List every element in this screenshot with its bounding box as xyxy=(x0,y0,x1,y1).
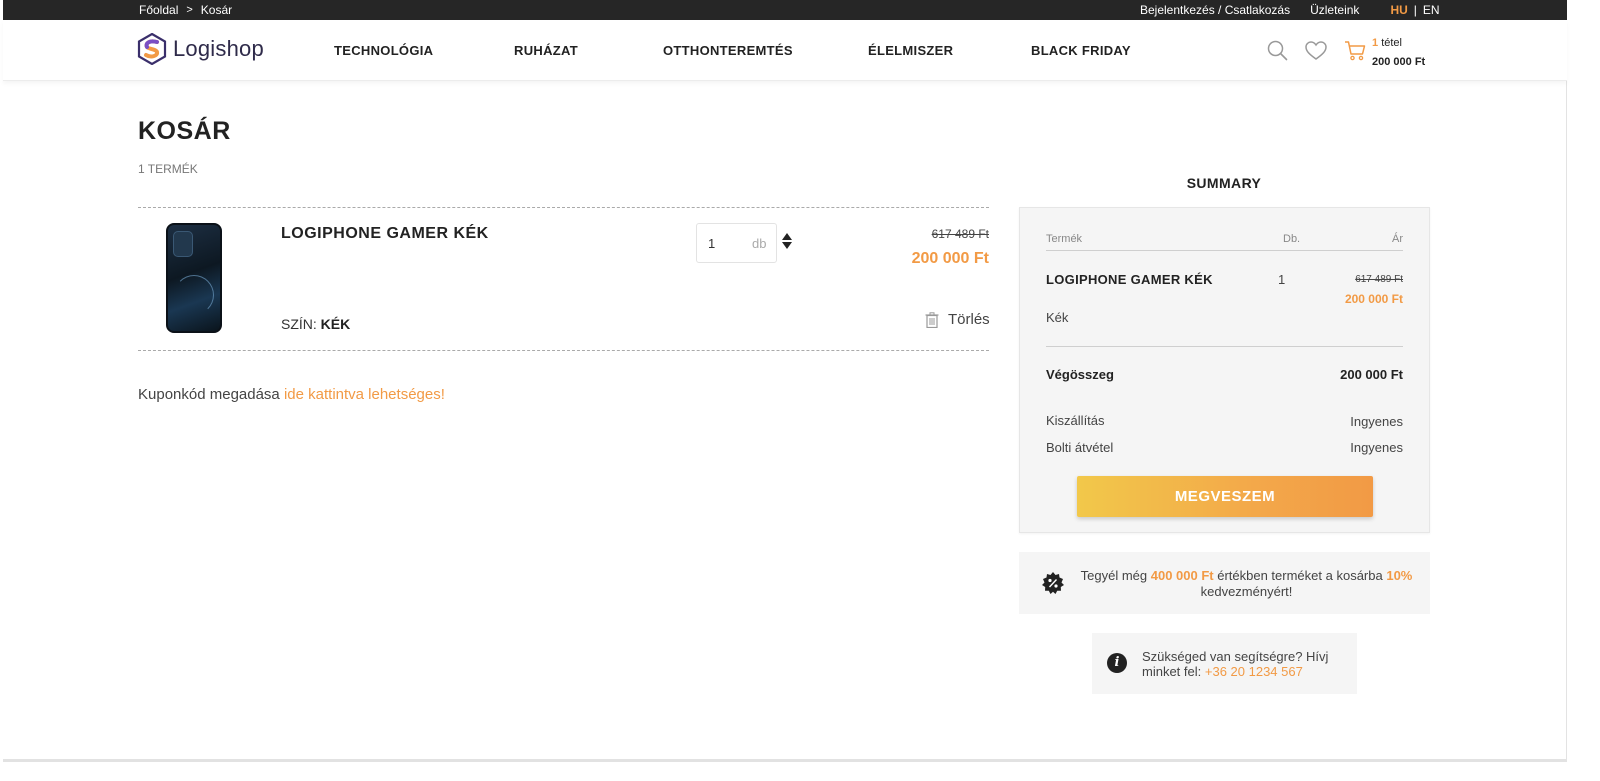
price: 200 000 Ft xyxy=(911,250,989,267)
shipping-value: Ingyenes xyxy=(1350,414,1403,429)
cart-total: 200 000 Ft xyxy=(1372,56,1426,68)
breadcrumb-current: Kosár xyxy=(200,3,233,17)
color-label: SZÍN: xyxy=(281,316,317,332)
promo-amount: 400 000 Ft xyxy=(1150,568,1214,583)
header-cart-summary[interactable]: 1 tétel 200 000 Ft xyxy=(1372,34,1425,72)
summary-title: SUMMARY xyxy=(1186,175,1262,191)
wallpaper-arc xyxy=(174,275,214,315)
logo-text: Logishop xyxy=(173,36,264,61)
old-price: 617 489 Ft xyxy=(931,227,989,241)
coupon-text: Kuponkód megadása xyxy=(138,386,280,403)
page-title: KOSÁR xyxy=(138,117,231,145)
cart-icon[interactable] xyxy=(1344,40,1366,61)
cart-count: 1 xyxy=(1372,37,1379,49)
login-link[interactable]: Bejelentkezés / Csatlakozás xyxy=(1140,3,1290,17)
promo-text: Tegyél még 400 000 Ft értékben terméket … xyxy=(1074,568,1419,600)
total-value: 200 000 Ft xyxy=(1340,367,1403,382)
divider xyxy=(138,350,989,351)
nav-black-friday[interactable]: BLACK FRIDAY xyxy=(1031,43,1131,58)
camera-module xyxy=(173,231,193,257)
search-icon[interactable] xyxy=(1267,40,1288,61)
help-box: i Szükséged van segítségre? Hívj minket … xyxy=(1092,633,1357,694)
quantity-value: 1 xyxy=(708,236,716,251)
cart-count-unit: tétel xyxy=(1381,37,1402,49)
summary-item-name: LOGIPHONE GAMER KÉK xyxy=(1046,272,1213,287)
trash-icon xyxy=(925,311,939,328)
promo-banner: Tegyél még 400 000 Ft értékben terméket … xyxy=(1019,552,1430,614)
coupon-row: Kuponkód megadása ide kattintva lehetség… xyxy=(138,386,445,403)
header-icons xyxy=(1267,40,1366,61)
heart-icon[interactable] xyxy=(1305,40,1327,61)
breadcrumb-separator: > xyxy=(186,4,193,16)
pickup-label: Bolti átvétel xyxy=(1046,440,1114,455)
buy-button[interactable]: MEGVESZEM xyxy=(1077,476,1373,517)
summary-col-qty: Db. xyxy=(1283,233,1301,245)
nav-ruhazat[interactable]: RUHÁZAT xyxy=(514,43,578,58)
summary-col-price: Ár xyxy=(1392,233,1403,245)
total-label: Végösszeg xyxy=(1046,367,1114,382)
product-color: SZÍN: KÉK xyxy=(281,316,350,332)
product-name[interactable]: LOGIPHONE GAMER KÉK xyxy=(281,225,489,243)
divider xyxy=(138,207,989,208)
promo-text-after: kedvezményért! xyxy=(1200,584,1293,599)
product-image[interactable] xyxy=(166,223,222,333)
summary-item-old-price: 617 489 Ft xyxy=(1355,274,1403,285)
breadcrumb-home[interactable]: Főoldal xyxy=(139,3,178,17)
summary-panel: Termék Db. Ár LOGIPHONE GAMER KÉK 1 617 … xyxy=(1019,207,1430,533)
discount-badge-icon xyxy=(1042,572,1064,594)
shipping-label: Kiszállítás xyxy=(1046,413,1105,428)
nav-otthonteremtes[interactable]: OTTHONTEREMTÉS xyxy=(663,43,793,58)
coupon-link[interactable]: ide kattintva lehetséges! xyxy=(284,386,445,403)
main-header: Logishop TECHNOLÓGIA RUHÁZAT OTTHONTEREM… xyxy=(3,20,1567,81)
delete-label: Törlés xyxy=(948,311,990,328)
promo-percent: 10% xyxy=(1386,568,1413,583)
stores-link[interactable]: Üzleteink xyxy=(1310,3,1359,17)
decrease-arrow-icon[interactable] xyxy=(782,242,792,249)
quantity-input[interactable]: 1 db xyxy=(696,223,777,263)
logo-icon xyxy=(137,33,167,65)
promo-text-middle: értékben terméket a kosárba xyxy=(1217,568,1383,583)
lang-hu[interactable]: HU xyxy=(1390,3,1407,17)
logo[interactable]: Logishop xyxy=(137,33,264,65)
summary-divider xyxy=(1046,250,1403,251)
quantity-stepper xyxy=(782,233,792,249)
top-bar-links: Bejelentkezés / Csatlakozás Üzleteink HU… xyxy=(1140,3,1440,17)
summary-item-qty: 1 xyxy=(1278,272,1286,287)
summary-divider xyxy=(1046,346,1403,347)
increase-arrow-icon[interactable] xyxy=(782,233,792,240)
item-count: 1 TERMÉK xyxy=(138,162,198,176)
nav-elelmiszer[interactable]: ÉLELMISZER xyxy=(868,43,953,58)
summary-item-price: 200 000 Ft xyxy=(1344,292,1403,306)
summary-col-product: Termék xyxy=(1046,233,1083,245)
pickup-value: Ingyenes xyxy=(1350,440,1403,455)
lang-en[interactable]: EN xyxy=(1423,3,1440,17)
info-icon: i xyxy=(1107,653,1127,673)
lang-separator: | xyxy=(1413,3,1417,17)
nav-technologia[interactable]: TECHNOLÓGIA xyxy=(334,43,433,58)
help-text: Szükséged van segítségre? Hívj minket fe… xyxy=(1142,649,1342,679)
promo-text-before: Tegyél még xyxy=(1080,568,1148,583)
color-value: KÉK xyxy=(320,316,351,332)
summary-item-variant: Kék xyxy=(1046,310,1069,325)
delete-button[interactable]: Törlés xyxy=(925,311,990,328)
top-bar: Főoldal > Kosár Bejelentkezés / Csatlako… xyxy=(3,0,1567,20)
breadcrumb: Főoldal > Kosár xyxy=(139,3,232,17)
help-phone[interactable]: +36 20 1234 567 xyxy=(1205,664,1303,679)
quantity-unit: db xyxy=(752,236,767,251)
